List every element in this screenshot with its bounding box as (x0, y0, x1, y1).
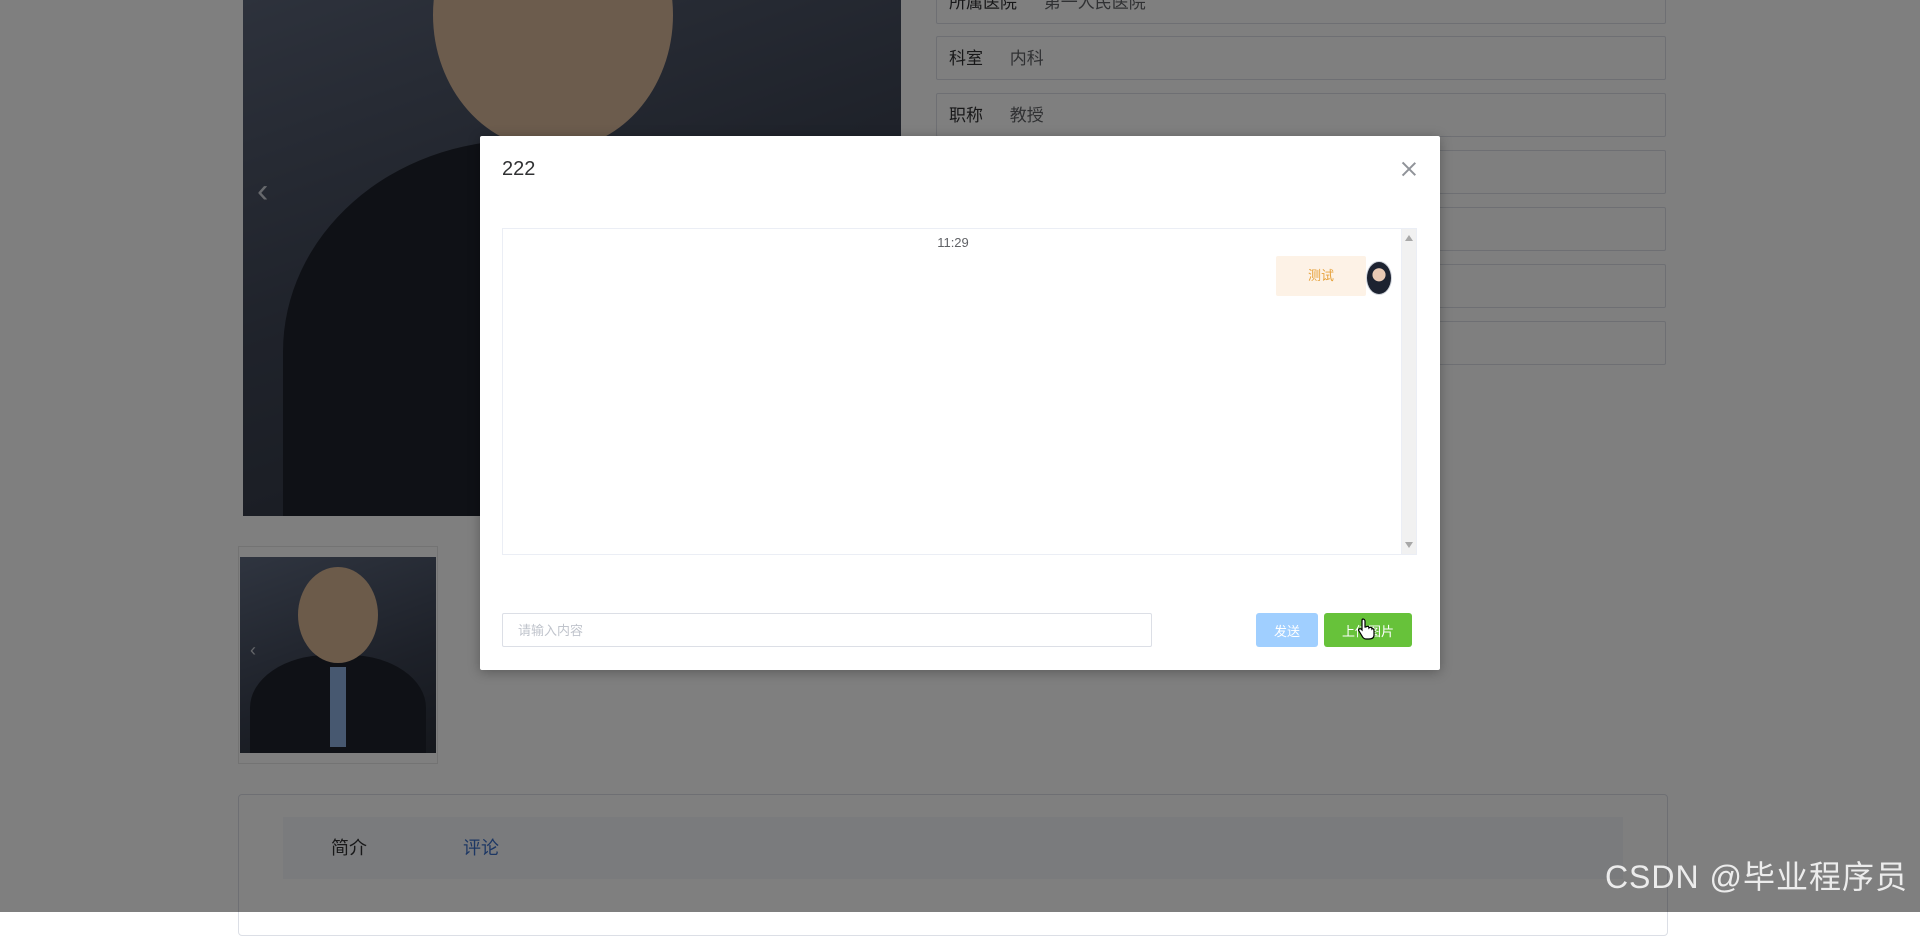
message-input[interactable] (502, 613, 1152, 647)
chat-dialog: 222 11:29 测试 发送 上传图片 (480, 136, 1440, 670)
hand-cursor-icon (1358, 618, 1375, 640)
scroll-up-arrow-icon[interactable] (1405, 235, 1413, 241)
avatar (1366, 261, 1392, 295)
message-timestamp: 11:29 (937, 235, 969, 250)
close-icon[interactable] (1400, 160, 1418, 178)
send-button[interactable]: 发送 (1256, 613, 1318, 647)
chat-scrollbar[interactable] (1401, 229, 1416, 554)
watermark: CSDN @毕业程序员 (1604, 859, 1908, 895)
message-bubble: 测试 (1276, 256, 1366, 296)
chat-message-area[interactable]: 11:29 测试 (502, 228, 1417, 555)
dialog-title: 222 (502, 158, 536, 180)
scroll-down-arrow-icon[interactable] (1405, 542, 1413, 548)
